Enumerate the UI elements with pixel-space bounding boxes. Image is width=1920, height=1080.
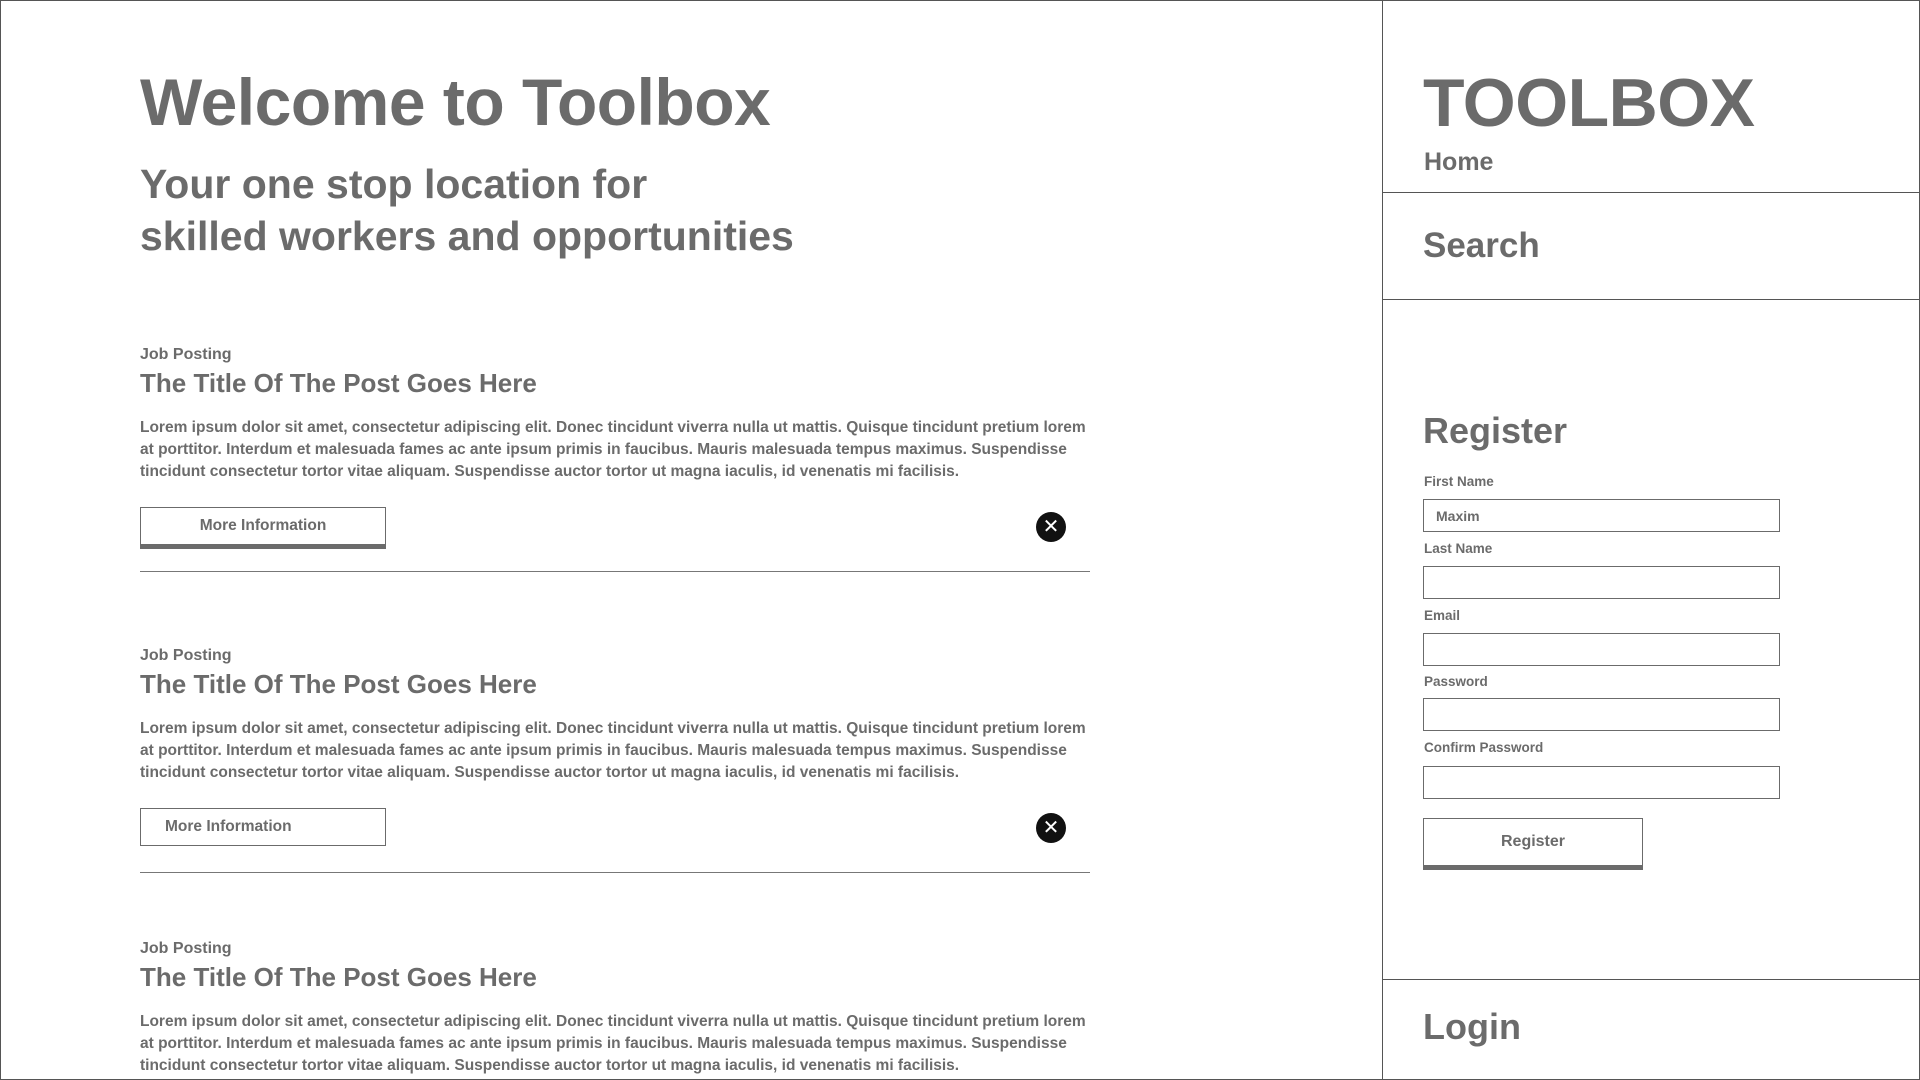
post-divider [140,872,1090,873]
first-name-label: First Name [1424,474,1494,489]
post-actions: More Information ✕ [140,507,1090,549]
post-title: The Title Of The Post Goes Here [140,962,537,992]
sidebar-divider [1383,299,1920,300]
main-content: Welcome to Toolbox Your one stop locatio… [0,0,1383,1080]
job-post: Job Posting The Title Of The Post Goes H… [140,346,1090,549]
more-information-button[interactable]: More Information [140,808,386,846]
nav-login-link[interactable]: Login [1423,1006,1521,1048]
post-label: Job Posting [140,940,232,957]
post-actions: More Information ✕ [140,808,1090,848]
register-title: Register [1423,410,1568,451]
password-field[interactable] [1423,698,1780,731]
brand-logo: TOOLBOX [1423,65,1755,141]
last-name-field[interactable] [1423,566,1780,599]
job-post: Job Posting The Title Of The Post Goes H… [140,647,1090,848]
post-label: Job Posting [140,647,232,664]
post-label: Job Posting [140,346,232,363]
password-label: Password [1424,674,1488,689]
post-body: Lorem ipsum dolor sit amet, consectetur … [140,1013,1086,1074]
first-name-field[interactable] [1423,499,1780,532]
post-title: The Title Of The Post Goes Here [140,669,537,699]
more-information-button[interactable]: More Information [140,507,386,549]
post-body: Lorem ipsum dolor sit amet, consectetur … [140,720,1086,781]
nav-search-link[interactable]: Search [1423,226,1540,266]
post-divider [140,571,1090,572]
close-icon[interactable]: ✕ [1036,813,1066,843]
tagline-line-2: skilled workers and opportunities [140,213,794,259]
sidebar: TOOLBOX Home Search Register First Name … [1383,0,1920,1080]
post-body: Lorem ipsum dolor sit amet, consectetur … [140,419,1086,480]
confirm-password-label: Confirm Password [1424,740,1544,755]
post-title: The Title Of The Post Goes Here [140,368,537,398]
tagline-line-1: Your one stop location for [140,161,648,207]
register-button[interactable]: Register [1423,818,1643,870]
page-title: Welcome to Toolbox [140,65,771,139]
email-label: Email [1424,608,1461,623]
sidebar-divider [1383,979,1920,980]
email-field[interactable] [1423,633,1780,666]
sidebar-divider [1383,192,1920,193]
job-post: Job Posting The Title Of The Post Goes H… [140,940,1090,1077]
nav-home-link[interactable]: Home [1424,148,1493,177]
page-tagline: Your one stop location for skilled worke… [140,158,900,262]
close-icon[interactable]: ✕ [1036,512,1066,542]
last-name-label: Last Name [1424,541,1493,556]
confirm-password-field[interactable] [1423,766,1780,799]
